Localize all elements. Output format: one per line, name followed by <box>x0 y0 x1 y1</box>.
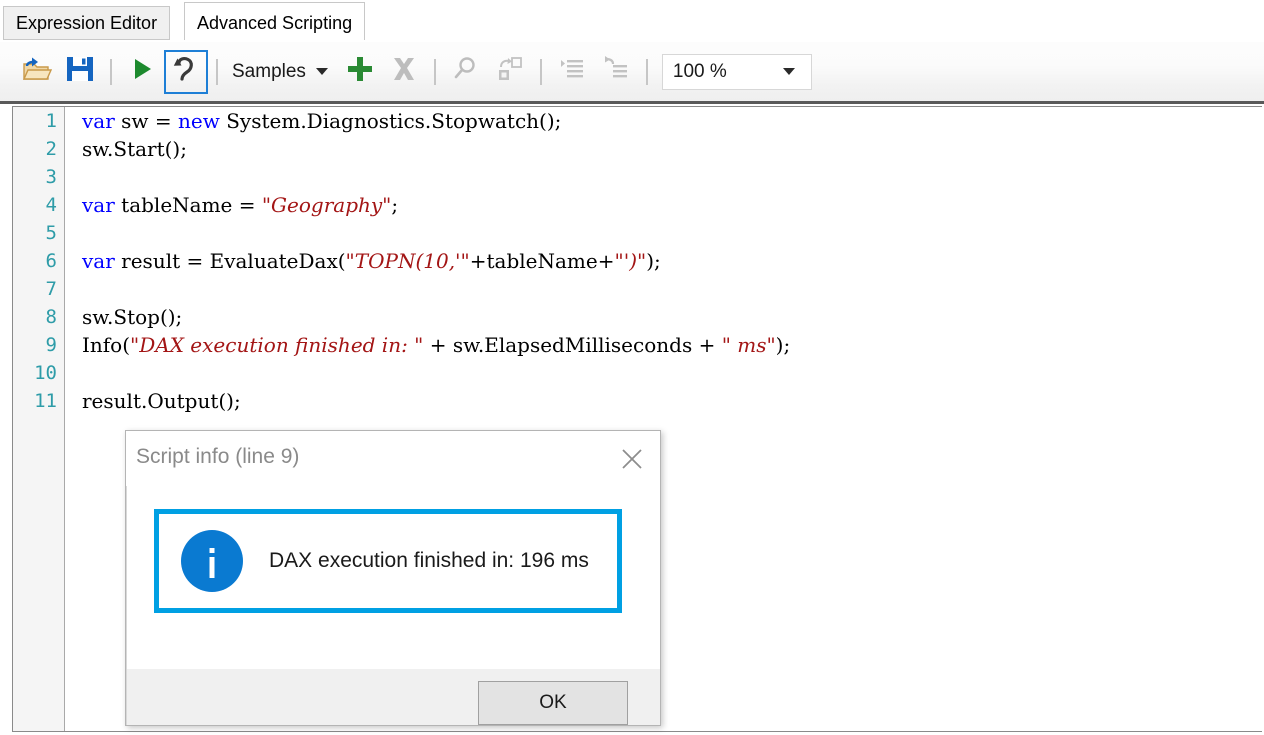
save-button[interactable] <box>58 50 102 94</box>
save-floppy-icon <box>65 54 95 89</box>
chevron-down-icon <box>315 68 328 75</box>
toolbar-separator-2 <box>216 58 218 85</box>
line-number: 2 <box>45 138 57 160</box>
ok-button-label: OK <box>539 692 567 713</box>
toolbar-separator-3 <box>433 58 436 85</box>
tab-expression-editor[interactable]: Expression Editor <box>3 6 171 40</box>
outdent-icon <box>602 55 630 88</box>
replace-icon <box>496 55 524 88</box>
undo-button[interactable] <box>164 49 208 94</box>
line-number: 7 <box>45 278 57 300</box>
dialog-title: Script info (line 9) <box>136 445 300 468</box>
open-button[interactable] <box>14 50 58 94</box>
line-number: 10 <box>34 362 57 384</box>
info-circle-icon <box>181 530 243 592</box>
indent-button <box>550 50 594 94</box>
add-button[interactable] <box>338 50 382 94</box>
dialog-message: DAX execution finished in: 196 ms <box>269 549 589 572</box>
magnifier-icon <box>452 55 480 88</box>
zoom-level-value: 100 % <box>672 60 727 82</box>
replace-button <box>488 50 532 94</box>
message-highlight-box: DAX execution finished in: 196 ms <box>154 509 622 613</box>
code-line: var sw = new System.Diagnostics.Stopwatc… <box>82 109 562 133</box>
line-number: 8 <box>45 306 57 328</box>
code-line: var result = EvaluateDax("TOPN(10,'"+tab… <box>82 249 661 273</box>
toolbar-separator-1 <box>110 58 112 85</box>
code-line: result.Output(); <box>82 389 241 413</box>
tab-advanced-scripting[interactable]: Advanced Scripting <box>184 2 366 42</box>
line-number: 11 <box>34 390 57 412</box>
indent-icon <box>558 55 586 88</box>
chevron-down-icon[interactable] <box>782 68 795 75</box>
outdent-button <box>594 50 638 94</box>
dialog-title-bar: Script info (line 9) <box>126 431 660 486</box>
code-line: Info("DAX execution finished in: " + sw.… <box>82 333 791 357</box>
toolbar-separator-4 <box>539 58 542 85</box>
script-info-dialog: Script info (line 9) DAX execution finis… <box>125 430 661 726</box>
code-line: sw.Start(); <box>82 137 187 161</box>
line-number: 3 <box>45 166 57 188</box>
line-number-gutter: 1 2 3 4 5 6 7 8 9 10 11 <box>13 107 65 731</box>
tab-expression-editor-label: Expression Editor <box>16 13 158 33</box>
zoom-level-combobox[interactable]: 100 % <box>661 53 812 90</box>
undo-arrow-icon <box>172 55 200 88</box>
line-number: 6 <box>45 250 57 272</box>
toolbar-separator-5 <box>645 58 648 85</box>
samples-menu-label: Samples <box>232 60 306 82</box>
tab-advanced-scripting-label: Advanced Scripting <box>197 12 353 33</box>
tab-strip: Expression Editor Advanced Scripting <box>0 0 1264 42</box>
find-button <box>444 50 488 94</box>
close-x-icon[interactable] <box>614 441 650 477</box>
line-number: 4 <box>45 194 57 216</box>
x-cross-icon <box>389 54 419 89</box>
toolbar: Samples 100 % <box>0 42 1264 104</box>
play-triangle-icon <box>129 56 155 87</box>
ok-button[interactable]: OK <box>478 681 628 725</box>
delete-button <box>382 50 426 94</box>
code-line: var tableName = "Geography"; <box>82 193 399 217</box>
code-line: sw.Stop(); <box>82 305 183 329</box>
run-button[interactable] <box>120 50 164 94</box>
samples-menu-button[interactable]: Samples <box>226 50 338 94</box>
dialog-footer: OK <box>126 669 660 725</box>
open-folder-icon <box>20 53 53 90</box>
line-number: 9 <box>45 334 57 356</box>
plus-icon <box>345 54 375 89</box>
line-number: 1 <box>45 110 57 132</box>
line-number: 5 <box>45 222 57 244</box>
